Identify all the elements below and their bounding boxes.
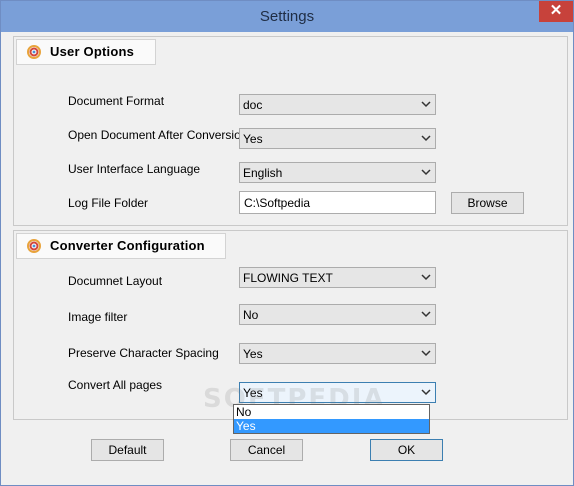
document-format-select[interactable]: doc: [239, 94, 436, 115]
open-after-conversion-select[interactable]: Yes: [239, 128, 436, 149]
cancel-button[interactable]: Cancel: [230, 439, 303, 461]
convert-all-pages-label: Convert All pages: [68, 378, 163, 392]
app-logo-icon: [27, 45, 41, 59]
dropdown-option-no[interactable]: No: [234, 405, 429, 419]
chevron-down-icon: [421, 101, 431, 108]
image-filter-label: Image filter: [68, 310, 128, 324]
document-layout-label: Documnet Layout: [68, 274, 163, 288]
document-layout-value: FLOWING TEXT: [243, 271, 333, 285]
log-folder-value: C:\Softpedia: [244, 196, 311, 210]
dialog-body: User Options Document Format doc Open Do…: [8, 32, 568, 478]
ui-language-label: User Interface Language: [68, 162, 201, 176]
chevron-down-icon: [421, 135, 431, 142]
close-icon: ✕: [549, 2, 563, 19]
user-options-header: User Options: [16, 39, 156, 65]
log-folder-label: Log File Folder: [68, 196, 149, 210]
preserve-spacing-label: Preserve Character Spacing: [68, 346, 219, 360]
dropdown-option-yes[interactable]: Yes: [234, 419, 429, 433]
preserve-spacing-value: Yes: [243, 347, 263, 361]
convert-all-pages-dropdown[interactable]: No Yes: [233, 404, 430, 434]
browse-button[interactable]: Browse: [451, 192, 524, 214]
user-options-group: User Options Document Format doc Open Do…: [13, 36, 568, 226]
ui-language-select[interactable]: English: [239, 162, 436, 183]
title-bar[interactable]: Settings ✕: [1, 1, 573, 32]
converter-config-title: Converter Configuration: [50, 238, 205, 253]
close-button[interactable]: ✕: [539, 1, 573, 22]
converter-config-header: Converter Configuration: [16, 233, 226, 259]
default-button[interactable]: Default: [91, 439, 164, 461]
image-filter-value: No: [243, 308, 259, 322]
document-format-label: Document Format: [68, 94, 165, 108]
chevron-down-icon: [421, 389, 431, 396]
image-filter-select[interactable]: No: [239, 304, 436, 325]
app-logo-icon: [27, 239, 41, 253]
chevron-down-icon: [421, 350, 431, 357]
chevron-down-icon: [421, 274, 431, 281]
log-folder-input[interactable]: C:\Softpedia: [239, 191, 436, 214]
preserve-spacing-select[interactable]: Yes: [239, 343, 436, 364]
ok-button[interactable]: OK: [370, 439, 443, 461]
settings-window: Settings ✕ User Options Document Format …: [0, 0, 574, 486]
open-after-conversion-value: Yes: [243, 132, 263, 146]
document-format-value: doc: [243, 98, 263, 112]
chevron-down-icon: [421, 169, 431, 176]
user-options-title: User Options: [50, 44, 135, 59]
open-after-conversion-label: Open Document After Conversion: [68, 128, 248, 142]
document-layout-select[interactable]: FLOWING TEXT: [239, 267, 436, 288]
window-title: Settings: [259, 8, 315, 25]
chevron-down-icon: [421, 311, 431, 318]
ui-language-value: English: [243, 166, 283, 180]
